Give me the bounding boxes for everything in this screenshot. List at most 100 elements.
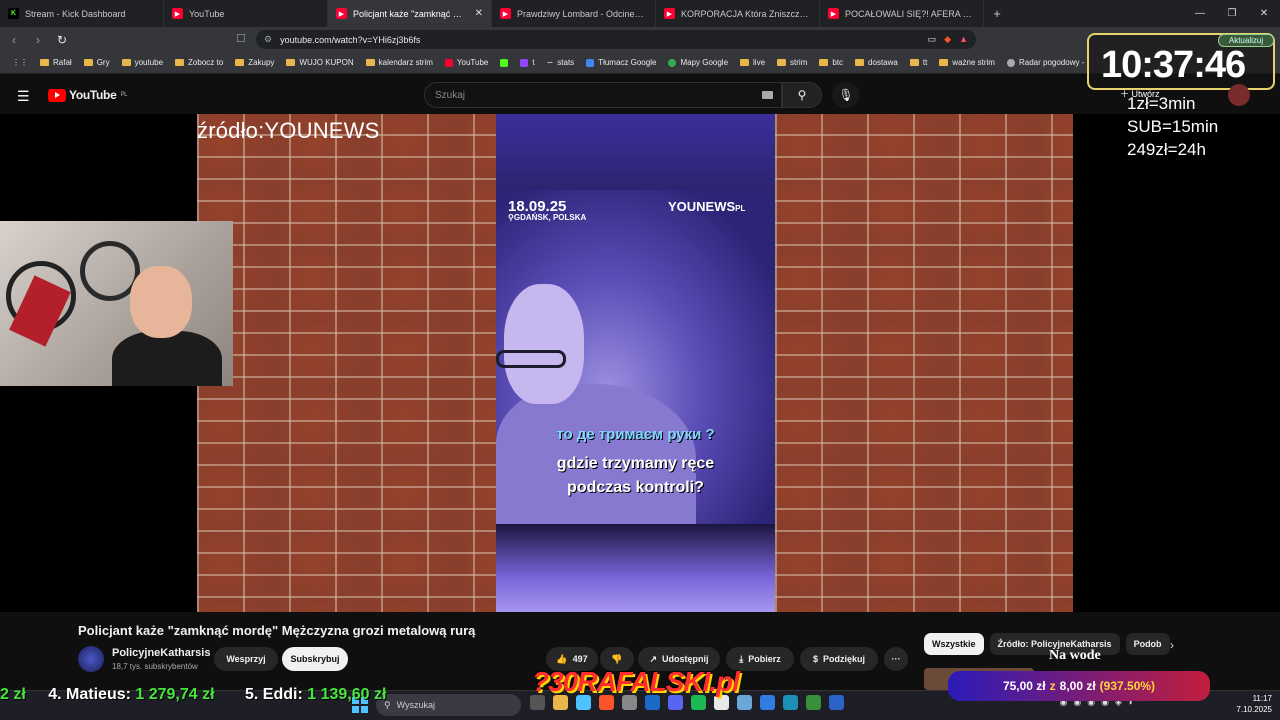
- app-icon[interactable]: [783, 695, 798, 710]
- channel-name[interactable]: PolicyjneKatharsis: [112, 647, 210, 659]
- reload-icon[interactable]: ↻: [52, 33, 72, 47]
- bookmark-folder[interactable]: Zakupy: [229, 58, 280, 67]
- recommendation-filter-chips: Wszystkie Źródło: PolicyjneKatharsis Pod…: [924, 633, 1170, 655]
- youtube-logo[interactable]: YouTube PL: [48, 88, 127, 102]
- bookmark-folder[interactable]: strim: [771, 58, 813, 67]
- tab-pocalowali[interactable]: ▶ POCAŁOWALI SIĘ?! AFERA KOPERKO: [820, 0, 984, 27]
- voice-search-button[interactable]: 🎙: [832, 82, 860, 108]
- youtube-icon: [444, 58, 453, 67]
- streamer-face: [130, 266, 192, 338]
- thanks-icon: $: [812, 654, 818, 664]
- goal-separator: z: [1049, 679, 1056, 693]
- taskbar-clock[interactable]: 11:17 7.10.2025: [1222, 693, 1272, 715]
- tab-korporacja[interactable]: ▶ KORPORACJA Która Zniszczyła Świat: [656, 0, 820, 27]
- bookmark-label: ważne strim: [952, 58, 995, 67]
- cast-icon[interactable]: ▭: [928, 34, 937, 45]
- close-window-icon[interactable]: ✕: [1248, 0, 1280, 27]
- restore-icon[interactable]: ❐: [1216, 0, 1248, 27]
- recommendation-overlay-text: Na wode: [1049, 648, 1101, 663]
- streamer-webcam: [0, 221, 233, 386]
- bookmark-link[interactable]: YouTube: [439, 58, 494, 67]
- update-button[interactable]: Aktualizuj: [1218, 34, 1274, 47]
- bookmark-icon[interactable]: ☐: [236, 32, 246, 45]
- bookmark-link[interactable]: ∽ stats: [541, 58, 581, 67]
- bookmark-link[interactable]: Tłumacz Google: [580, 58, 662, 67]
- video-top-band: [496, 114, 775, 190]
- back-icon[interactable]: ‹: [4, 33, 24, 47]
- window-controls: — ❐ ✕: [1184, 0, 1280, 27]
- bookmark-folder[interactable]: Rafał: [34, 58, 78, 67]
- bookmark-folder[interactable]: kalendarz strim: [360, 58, 439, 67]
- bookmark-link[interactable]: [494, 58, 514, 67]
- url-bar[interactable]: ⚙ youtube.com/watch?v=YHi6zj3b6fs ▭ ◆ ▲: [256, 30, 976, 49]
- youtube-icon: ▶: [172, 8, 183, 19]
- download-label: Pobierz: [748, 654, 781, 664]
- vertical-video-frame: 18.09.25 ⚲GDAŃSK, POLSKA YOUNEWSPL то де…: [496, 114, 775, 612]
- app-icon[interactable]: [806, 695, 821, 710]
- taskbar-search-input[interactable]: ⚲ Wyszukaj: [376, 694, 521, 716]
- more-actions-button[interactable]: ···: [884, 647, 908, 671]
- bookmark-label: stats: [557, 58, 575, 67]
- bookmark-link[interactable]: Mapy Google: [662, 58, 734, 67]
- channel-subscribers: 18,7 tys. subskrybentów: [112, 662, 198, 671]
- tab-current-video[interactable]: ▶ Policjant każe "zamknąć mordę" ✕: [328, 0, 492, 27]
- chip-all[interactable]: Wszystkie: [924, 633, 984, 655]
- bookmark-folder[interactable]: ważne strim: [933, 58, 1001, 67]
- bookmark-label: youtube: [134, 58, 164, 67]
- brave-shield-icon[interactable]: ◆: [944, 34, 951, 45]
- tab-title: Stream - Kick Dashboard: [25, 8, 126, 19]
- bookmark-folder[interactable]: btc: [813, 58, 849, 67]
- search-input[interactable]: Szukaj: [424, 82, 782, 108]
- close-tab-icon[interactable]: ✕: [475, 8, 483, 19]
- bookmark-link[interactable]: Radar pogodowy -: [1001, 58, 1090, 67]
- omnibox-actions: ▭ ◆ ▲: [928, 34, 976, 45]
- bookmark-label: YouTube: [456, 58, 489, 67]
- rewards-icon[interactable]: ▲: [959, 34, 968, 45]
- donor-amount: 1 279,74 zł: [135, 686, 215, 703]
- menu-icon[interactable]: ☰: [17, 88, 30, 105]
- tab-youtube[interactable]: ▶ YouTube: [164, 0, 328, 27]
- notepad-icon[interactable]: [737, 695, 752, 710]
- bookmark-label: Tłumacz Google: [598, 58, 657, 67]
- bookmark-folder[interactable]: tt: [904, 58, 933, 67]
- maps-icon: [668, 58, 677, 67]
- chip-similar[interactable]: Podob: [1125, 633, 1170, 655]
- bookmark-folder[interactable]: live: [734, 58, 771, 67]
- subtitle-line-2: podczas kontroli?: [567, 479, 704, 496]
- bookmark-folder[interactable]: youtube: [116, 58, 169, 67]
- glasses-shape: [496, 350, 566, 368]
- tab-title: YouTube: [189, 8, 225, 19]
- share-label: Udostępnij: [662, 654, 709, 664]
- bookmark-label: Zobocz to: [188, 58, 224, 67]
- tab-lombard[interactable]: ▶ Prawdziwy Lombard - Odcinek 293 "I: [492, 0, 656, 27]
- avatar[interactable]: [1228, 84, 1250, 106]
- stats-icon: ∽: [546, 58, 554, 67]
- subscribe-button[interactable]: Subskrybuj: [282, 647, 348, 671]
- thanks-button[interactable]: $ Podziękuj: [800, 647, 878, 671]
- new-tab-button[interactable]: +: [984, 6, 1010, 21]
- search-button[interactable]: ⚲: [782, 82, 822, 108]
- site-info-icon[interactable]: ⚙: [264, 34, 272, 45]
- bookmark-folder[interactable]: Zobocz to: [169, 58, 229, 67]
- bookmark-link[interactable]: t: [514, 58, 540, 67]
- keyboard-icon[interactable]: [762, 91, 773, 99]
- channel-avatar[interactable]: [78, 646, 104, 672]
- microphone-icon: 🎙: [838, 88, 854, 102]
- rate-line: SUB=15min: [1127, 117, 1219, 136]
- bookmark-folder[interactable]: WUJO KUPON: [280, 58, 359, 67]
- app-icon[interactable]: [829, 695, 844, 710]
- youtube-play-icon: [48, 88, 66, 102]
- minimize-icon[interactable]: —: [1184, 0, 1216, 27]
- apps-icon[interactable]: ⋮⋮: [6, 58, 34, 67]
- folder-icon: [909, 59, 919, 66]
- bookmark-folder[interactable]: dostawa: [849, 58, 904, 67]
- forward-icon[interactable]: ›: [28, 33, 48, 47]
- donor-name: 4. Matieus:: [48, 686, 131, 703]
- support-button[interactable]: Wesprzyj: [214, 647, 278, 671]
- tab-kick-dashboard[interactable]: K Stream - Kick Dashboard: [0, 0, 164, 27]
- radar-icon: [1006, 58, 1015, 67]
- chevron-right-icon[interactable]: ›: [1170, 638, 1174, 652]
- timer-value: 10:37:46: [1101, 44, 1246, 86]
- bookmark-folder[interactable]: Gry: [78, 58, 116, 67]
- word-icon[interactable]: [760, 695, 775, 710]
